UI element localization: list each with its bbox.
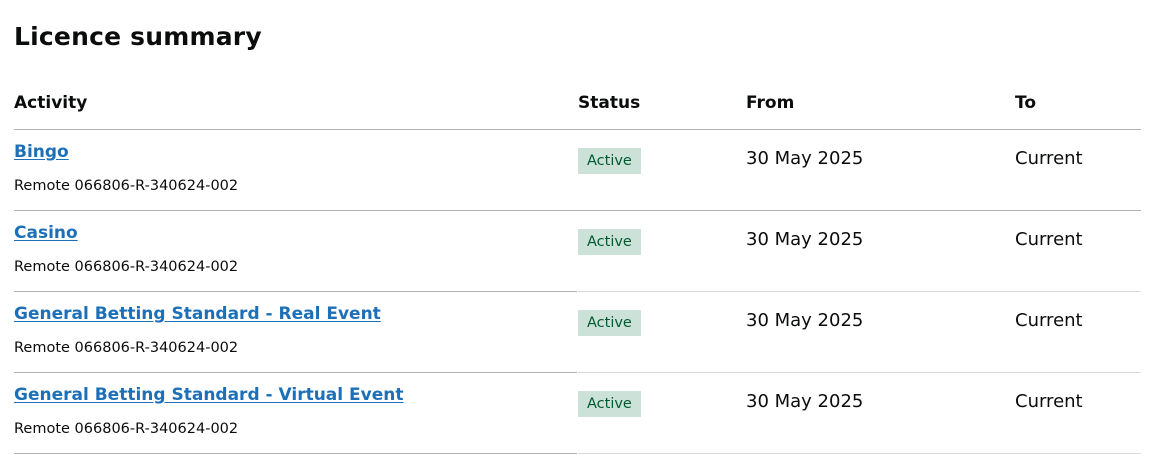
from-date: 30 May 2025: [746, 229, 864, 250]
activity-link-casino[interactable]: Casino: [14, 223, 78, 243]
from-date: 30 May 2025: [746, 391, 864, 412]
licence-summary-page: Licence summary Activity Status From To …: [0, 0, 1160, 473]
licence-table: Activity Status From To Bingo Remote 066…: [14, 86, 1141, 454]
activity-link-general-betting-virtual-event[interactable]: General Betting Standard - Virtual Event: [14, 385, 403, 405]
from-date: 30 May 2025: [746, 148, 864, 169]
licence-reference: Remote 066806-R-340624-002: [14, 178, 239, 194]
status-badge: Active: [578, 310, 641, 336]
table-row: Casino Remote 066806-R-340624-002 Active…: [14, 211, 1141, 292]
table-row: General Betting Standard - Real Event Re…: [14, 292, 1141, 373]
page-title: Licence summary: [14, 22, 262, 51]
licence-reference: Remote 066806-R-340624-002: [14, 421, 239, 437]
column-header-from: From: [746, 93, 795, 113]
to-date: Current: [1015, 148, 1083, 169]
licence-reference: Remote 066806-R-340624-002: [14, 259, 239, 275]
activity-link-bingo[interactable]: Bingo: [14, 142, 69, 162]
status-badge: Active: [578, 391, 641, 417]
table-row: General Betting Standard - Virtual Event…: [14, 373, 1141, 454]
column-header-to: To: [1015, 93, 1037, 113]
table-header: Activity Status From To: [14, 86, 1141, 130]
column-header-activity: Activity: [14, 93, 88, 113]
from-date: 30 May 2025: [746, 310, 864, 331]
status-badge: Active: [578, 229, 641, 255]
table-row: Bingo Remote 066806-R-340624-002 Active …: [14, 130, 1141, 211]
to-date: Current: [1015, 391, 1083, 412]
to-date: Current: [1015, 310, 1083, 331]
activity-link-general-betting-real-event[interactable]: General Betting Standard - Real Event: [14, 304, 381, 324]
status-badge: Active: [578, 148, 641, 174]
licence-reference: Remote 066806-R-340624-002: [14, 340, 239, 356]
to-date: Current: [1015, 229, 1083, 250]
column-header-status: Status: [578, 93, 641, 113]
